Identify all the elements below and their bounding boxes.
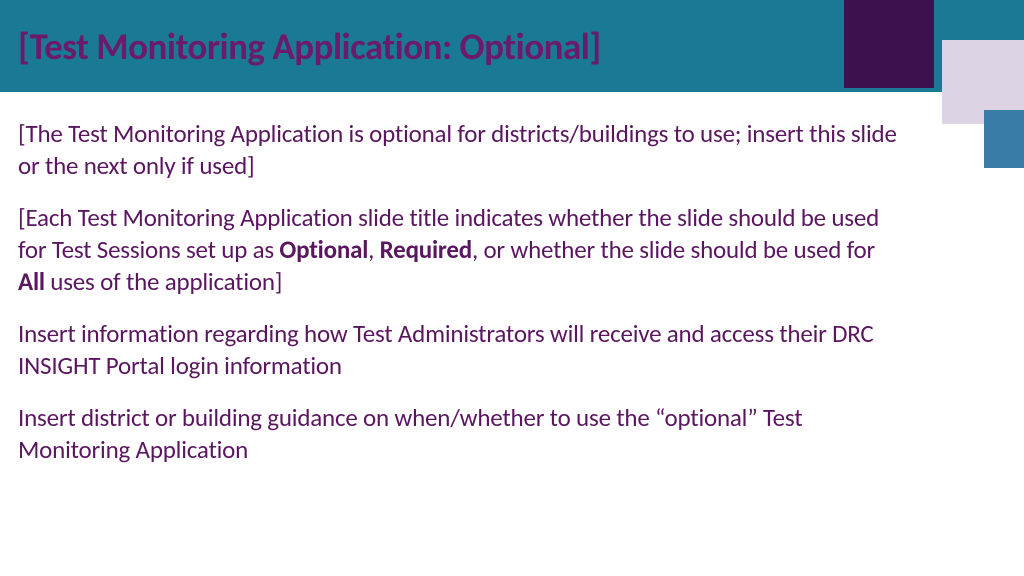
text-span: , — [368, 234, 380, 265]
bold-required: Required — [380, 234, 472, 265]
slide-body: [The Test Monitoring Application is opti… — [0, 92, 1024, 466]
paragraph-1: [The Test Monitoring Application is opti… — [18, 118, 904, 182]
text-span: uses of the application] — [45, 266, 282, 297]
decorative-square-dark — [844, 0, 934, 88]
bold-all: All — [18, 266, 45, 297]
bold-optional: Optional — [279, 234, 368, 265]
decorative-square-blue — [984, 110, 1024, 168]
slide-title: [Test Monitoring Application: Optional] — [18, 24, 601, 69]
text-span: , or whether the slide should be used fo… — [472, 234, 875, 265]
paragraph-2: [Each Test Monitoring Application slide … — [18, 202, 904, 298]
paragraph-4: Insert district or building guidance on … — [18, 402, 904, 466]
paragraph-3: Insert information regarding how Test Ad… — [18, 318, 904, 382]
